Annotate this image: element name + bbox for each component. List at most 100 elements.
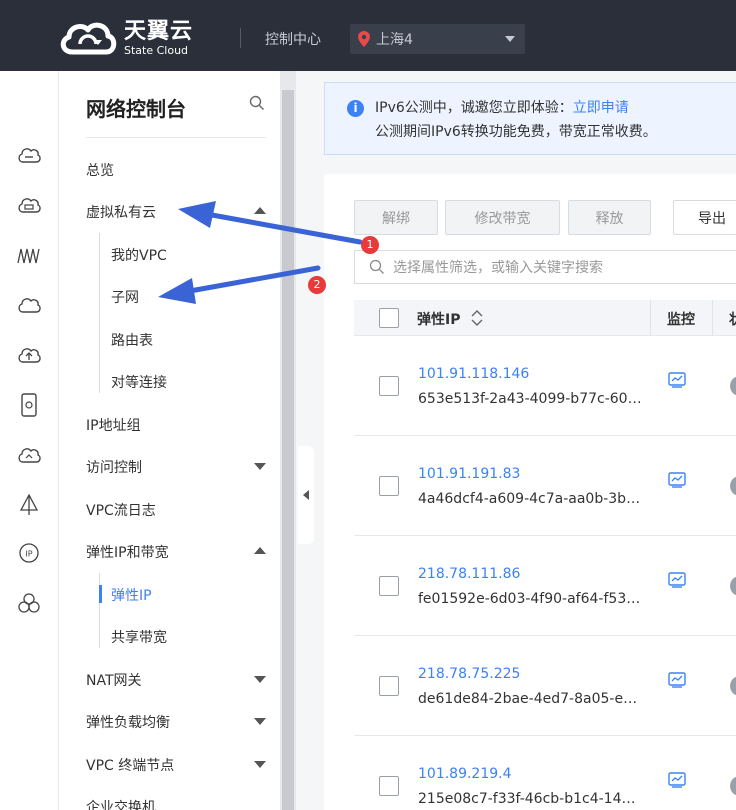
- sidebar-item-access-control[interactable]: 访问控制: [86, 457, 266, 477]
- header-divider: [240, 28, 241, 48]
- release-button[interactable]: 释放: [568, 200, 651, 235]
- table-row: 218.78.75.225 de61de84-2bae-4ed7-8a05-e2…: [354, 636, 736, 736]
- chevron-down-icon: [254, 463, 266, 470]
- collapse-sidebar-button[interactable]: [298, 446, 314, 544]
- chevron-down-icon: [505, 36, 515, 42]
- column-divider: [650, 300, 651, 336]
- sidebar-item-label: VPC 终端节点: [86, 758, 175, 774]
- cloud-sync-icon[interactable]: [15, 441, 43, 469]
- eip-link[interactable]: 101.91.191.83: [418, 466, 520, 482]
- cloud-icon[interactable]: [15, 291, 43, 319]
- cloud-upload-icon[interactable]: [15, 341, 43, 369]
- annotation-badge-1: 1: [361, 236, 379, 254]
- sidebar-item-eip[interactable]: 弹性IP: [111, 585, 152, 605]
- row-checkbox[interactable]: [379, 676, 399, 696]
- monitor-icon[interactable]: [668, 372, 686, 388]
- status-icon: [730, 776, 736, 796]
- table-header: 弹性IP 监控 状: [354, 300, 736, 336]
- notice-subtext: 公测期间IPv6转换功能免费，带宽正常收费。: [375, 124, 657, 140]
- sidebar-nav: 网络控制台 总览 虚拟私有云 我的VPC 子网 路由表 对等连接 IP地址组 访…: [59, 71, 280, 810]
- eip-link[interactable]: 101.91.118.146: [418, 366, 529, 382]
- eip-id: 4a46dcf4-a609-4c7a-aa0b-3b5...: [418, 491, 643, 507]
- cloud-server-icon[interactable]: [15, 141, 43, 169]
- row-checkbox[interactable]: [379, 776, 399, 796]
- sidebar-item-vpc-endpoint[interactable]: VPC 终端节点: [86, 755, 266, 775]
- apply-now-link[interactable]: 立即申请: [573, 100, 629, 116]
- sidebar-item-my-vpc[interactable]: 我的VPC: [111, 245, 167, 265]
- status-icon: [730, 676, 736, 696]
- active-indicator: [99, 585, 102, 603]
- search-icon[interactable]: [249, 95, 265, 115]
- modify-bandwidth-button[interactable]: 修改带宽: [445, 200, 560, 235]
- sort-icon[interactable]: [470, 308, 484, 328]
- cloud-disk-icon[interactable]: [15, 191, 43, 219]
- submenu-guide-line: [99, 233, 100, 393]
- sidebar-item-label: 弹性IP和带宽: [86, 545, 169, 561]
- monitor-icon[interactable]: [668, 572, 686, 588]
- table-row: 218.78.111.86 fe01592e-6d03-4f90-af64-f5…: [354, 536, 736, 636]
- network-wave-icon[interactable]: [15, 241, 43, 269]
- sidebar-item-switch[interactable]: 企业交换机: [86, 797, 266, 810]
- sidebar-item-label: 虚拟私有云: [86, 205, 156, 221]
- select-all-checkbox[interactable]: [379, 308, 399, 328]
- sail-icon[interactable]: [15, 491, 43, 519]
- location-pin-icon: [358, 31, 370, 47]
- annotation-badge-2: 2: [308, 276, 326, 294]
- nav-divider: [86, 137, 266, 138]
- logo[interactable]: 天翼云 State Cloud: [58, 18, 193, 58]
- region-select[interactable]: 上海4: [350, 24, 525, 54]
- sidebar-item-ip-group[interactable]: IP地址组: [86, 415, 266, 435]
- eip-link[interactable]: 218.78.111.86: [418, 566, 520, 582]
- status-icon: [730, 376, 736, 396]
- info-icon: i: [347, 100, 364, 117]
- cloud-logo-icon: [60, 22, 117, 55]
- export-button[interactable]: 导出: [673, 200, 736, 235]
- row-checkbox[interactable]: [379, 476, 399, 496]
- sidebar-item-label: NAT网关: [86, 673, 142, 689]
- row-checkbox[interactable]: [379, 576, 399, 596]
- scrollbar-thumb[interactable]: [282, 90, 294, 810]
- sidebar-item-vpc-flow-log[interactable]: VPC流日志: [86, 500, 266, 520]
- region-value: 上海4: [376, 32, 413, 48]
- monitor-icon[interactable]: [668, 772, 686, 788]
- sidebar-item-label: 访问控制: [86, 460, 142, 476]
- table-row: 101.89.219.4 215e08c7-f33f-46cb-b1c4-14e…: [354, 736, 736, 810]
- svg-text:IP: IP: [25, 550, 32, 559]
- sidebar-item-nat[interactable]: NAT网关: [86, 670, 266, 690]
- console-link[interactable]: 控制中心: [265, 29, 321, 49]
- notice-text: IPv6公测中，诚邀您立即体验：: [375, 100, 573, 116]
- filter-search-input[interactable]: 选择属性筛选，或输入关键字搜索: [354, 250, 736, 284]
- sidebar-item-shared-bandwidth[interactable]: 共享带宽: [111, 627, 167, 647]
- sidebar-item-vpc[interactable]: 虚拟私有云: [86, 202, 266, 222]
- sidebar-item-overview[interactable]: 总览: [86, 160, 266, 180]
- monitor-icon[interactable]: [668, 472, 686, 488]
- unbind-button[interactable]: 解绑: [354, 200, 438, 235]
- sidebar-item-elb[interactable]: 弹性负载均衡: [86, 712, 266, 732]
- eip-link[interactable]: 218.78.75.225: [418, 666, 520, 682]
- search-icon: [369, 259, 384, 274]
- status-icon: [730, 476, 736, 496]
- column-header-monitor: 监控: [667, 312, 695, 328]
- icon-rail: IP: [0, 71, 59, 810]
- chevron-up-icon: [254, 547, 266, 554]
- eip-link[interactable]: 101.89.219.4: [418, 766, 512, 782]
- search-placeholder: 选择属性筛选，或输入关键字搜索: [393, 260, 603, 276]
- logo-title: 天翼云: [124, 18, 194, 44]
- sidebar-item-route-table[interactable]: 路由表: [111, 330, 153, 350]
- phone-icon[interactable]: [15, 391, 43, 419]
- eip-id: 215e08c7-f33f-46cb-b1c4-14e...: [418, 791, 643, 807]
- sidebar-item-eip-bandwidth[interactable]: 弹性IP和带宽: [86, 542, 266, 562]
- menu-icon[interactable]: [15, 85, 43, 113]
- column-header-status: 状: [729, 309, 736, 329]
- logo-subtitle: State Cloud: [124, 43, 189, 57]
- eip-id: 653e513f-2a43-4099-b77c-606...: [418, 391, 643, 407]
- ip-icon[interactable]: IP: [15, 539, 43, 567]
- column-header-eip: 弹性IP: [417, 312, 461, 328]
- eip-id: fe01592e-6d03-4f90-af64-f533...: [418, 591, 643, 607]
- cluster-icon[interactable]: [15, 589, 43, 617]
- sidebar-item-subnet[interactable]: 子网: [111, 287, 139, 307]
- chevron-down-icon: [254, 676, 266, 683]
- row-checkbox[interactable]: [379, 376, 399, 396]
- sidebar-item-peering[interactable]: 对等连接: [111, 372, 167, 392]
- monitor-icon[interactable]: [668, 672, 686, 688]
